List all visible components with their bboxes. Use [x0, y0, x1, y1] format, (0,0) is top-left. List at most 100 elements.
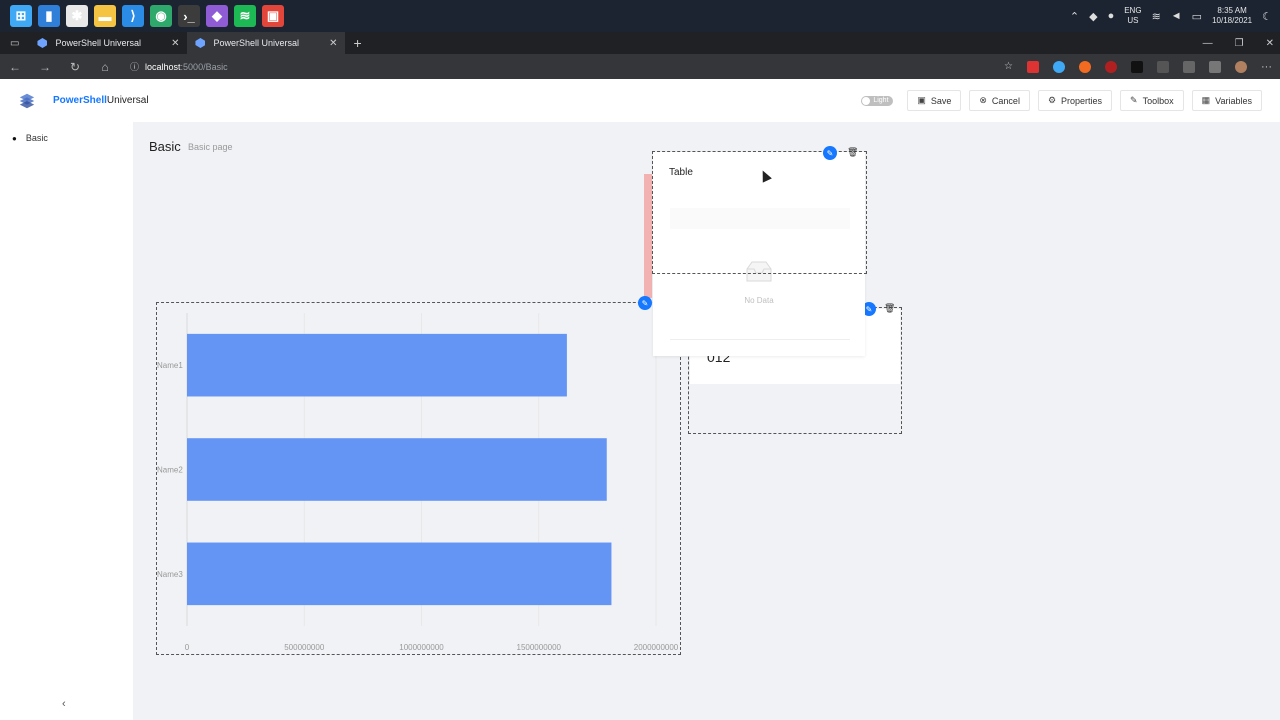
chart-x-tick-label: 1000000000	[399, 643, 444, 652]
variables-icon: ▦	[1201, 95, 1211, 105]
battery-icon[interactable]: ▭	[1192, 10, 1202, 23]
chevron-up-icon[interactable]: ⌃	[1070, 10, 1079, 23]
delete-table-button[interactable]: 🗑	[847, 147, 858, 158]
notifications-icon[interactable]: ☾	[1262, 10, 1272, 23]
region-label: US	[1127, 16, 1139, 25]
clock-date: 10/18/2021	[1212, 16, 1253, 25]
close-tab-icon[interactable]: ✕	[329, 38, 337, 49]
page-title: Basic	[149, 139, 181, 154]
os-taskbar: ⊞ ▮ ✱ ▬ ⟩ ◉ ›_ ◆ ≋ ▣ ⌃ ◆ ● ENG US ≋ ◄ ▭ 8:35 AM 1…	[0, 0, 1280, 32]
minimize-icon[interactable]: —	[1203, 38, 1213, 49]
chart-bar	[187, 438, 607, 501]
favorite-icon[interactable]: ☆	[1004, 61, 1013, 73]
extension-red-icon[interactable]	[1027, 60, 1039, 73]
sidebar-item-basic[interactable]: ● Basic	[0, 122, 133, 143]
language-label: ENG	[1124, 6, 1142, 15]
extension-dark-red-icon[interactable]	[1105, 60, 1117, 73]
chart-category-label: Name1	[157, 361, 183, 370]
browser-tab[interactable]: PowerShell Universal ✕	[29, 32, 187, 54]
chart-x-tick-label: 500000000	[284, 643, 325, 652]
toolbox-button[interactable]: ✎ Toolbox	[1120, 90, 1184, 111]
app-red-icon[interactable]: ▣	[262, 5, 284, 27]
chart-bar	[187, 542, 612, 606]
empty-text: No Data	[744, 296, 774, 305]
restore-icon[interactable]: ❐	[1235, 38, 1244, 49]
table-divider	[670, 339, 850, 340]
properties-button[interactable]: ⚙ Properties	[1037, 90, 1113, 111]
theme-toggle-label: Light	[873, 97, 889, 104]
spotify-icon[interactable]: ≋	[234, 5, 256, 27]
forward-icon[interactable]: →	[30, 60, 60, 74]
home-icon[interactable]: ⌂	[90, 60, 120, 74]
profile-avatar-icon[interactable]	[1235, 60, 1247, 73]
more-menu-icon[interactable]: ···	[1261, 61, 1272, 73]
close-window-icon[interactable]: ✕	[1266, 38, 1274, 49]
collections-icon[interactable]	[1209, 60, 1221, 73]
delete-card-button[interactable]: 🗑	[884, 303, 895, 314]
page-subtitle: Basic page	[188, 142, 233, 152]
new-tab-icon[interactable]: +	[353, 35, 361, 51]
save-label: Save	[930, 95, 952, 106]
volume-icon[interactable]: ◄	[1171, 10, 1182, 22]
theme-toggle[interactable]: Light	[861, 95, 894, 106]
microphone-icon[interactable]: ●	[1108, 10, 1115, 22]
browser-tabstrip: ▭ PowerShell Universal ✕ PowerShell Univ…	[0, 32, 1280, 54]
browser-tab-active[interactable]: PowerShell Universal ✕	[187, 32, 346, 54]
back-icon[interactable]: ←	[0, 60, 30, 74]
notes-icon[interactable]: ▮	[38, 5, 60, 27]
visual-studio-icon[interactable]: ◆	[206, 5, 228, 27]
taskbar-apps: ⊞ ▮ ✱ ▬ ⟩ ◉ ›_ ◆ ≋ ▣	[0, 5, 284, 27]
powershell-universal-logo-icon	[19, 93, 35, 108]
chart-x-tick-label: 0	[185, 643, 190, 652]
reload-icon[interactable]: ↻	[60, 60, 90, 74]
extension-react-icon[interactable]	[1053, 60, 1065, 73]
tab-label: PowerShell Universal	[55, 38, 141, 48]
drag-placeholder	[644, 174, 652, 298]
wrench-icon: ✎	[1130, 95, 1138, 105]
extensions-puzzle-icon[interactable]	[1183, 60, 1195, 73]
chart-category-label: Name3	[157, 570, 183, 579]
tab-label: PowerShell Universal	[213, 38, 299, 48]
windows-start-icon[interactable]: ⊞	[10, 5, 32, 27]
terminal-icon[interactable]: ›_	[178, 5, 200, 27]
edge-icon[interactable]: ◉	[150, 5, 172, 27]
page-content: Basic Basic page 0 500000000 1000000000 150…	[133, 122, 1280, 720]
file-explorer-icon[interactable]: ▬	[94, 5, 116, 27]
extension-black-icon[interactable]	[1131, 60, 1143, 73]
language-indicator[interactable]: ENG US	[1124, 6, 1141, 26]
cancel-icon: ⊗	[979, 95, 987, 105]
slack-icon[interactable]: ✱	[66, 5, 88, 27]
chart-widget[interactable]: 0 500000000 1000000000 1500000000 2000000000…	[156, 302, 681, 655]
window-controls: — ❐ ✕	[1203, 32, 1274, 54]
gear-icon: ⚙	[1047, 95, 1057, 105]
cancel-button[interactable]: ⊗ Cancel	[969, 90, 1030, 111]
save-button[interactable]: ▣ Save	[907, 90, 962, 111]
edit-chart-button[interactable]: ✎	[638, 296, 652, 310]
header-actions: Light ▣ Save ⊗ Cancel ⚙ Properties ✎ Toolbox…	[861, 90, 1262, 111]
extension-play-icon[interactable]	[1157, 60, 1169, 73]
extension-orange-icon[interactable]	[1079, 60, 1091, 73]
sidebar-item-label: Basic	[25, 133, 48, 143]
pencil-icon: ✎	[641, 298, 649, 308]
wifi-icon[interactable]: ≋	[1152, 10, 1161, 23]
powershell-universal-favicon-icon	[195, 38, 206, 48]
logo-text-rest: Universal	[106, 95, 149, 106]
app-logo-text[interactable]: PowerShellUniversal	[53, 95, 149, 106]
cancel-label: Cancel	[991, 95, 1020, 106]
close-tab-icon[interactable]: ✕	[171, 38, 179, 49]
logo-text-bold: PowerShell	[53, 95, 107, 106]
pencil-icon: ✎	[826, 148, 834, 158]
vscode-icon[interactable]: ⟩	[122, 5, 144, 27]
url-field[interactable]: ⓘ localhost:5000/Basic	[130, 60, 228, 73]
info-icon: ⓘ	[130, 62, 140, 72]
tab-actions-icon[interactable]: ▭	[10, 38, 19, 49]
apple-icon: ●	[12, 133, 17, 143]
dropbox-icon[interactable]: ◆	[1089, 10, 1097, 23]
edit-table-button[interactable]: ✎	[823, 146, 837, 160]
variables-button[interactable]: ▦ Variables	[1191, 90, 1262, 111]
collapse-sidebar-icon[interactable]: ‹	[62, 698, 66, 710]
url-path: :5000/Basic	[180, 61, 228, 72]
chart-x-tick-label: 2000000000	[634, 643, 679, 652]
clock[interactable]: 8:35 AM 10/18/2021	[1212, 6, 1252, 26]
sidebar: ● Basic ‹	[0, 122, 133, 720]
